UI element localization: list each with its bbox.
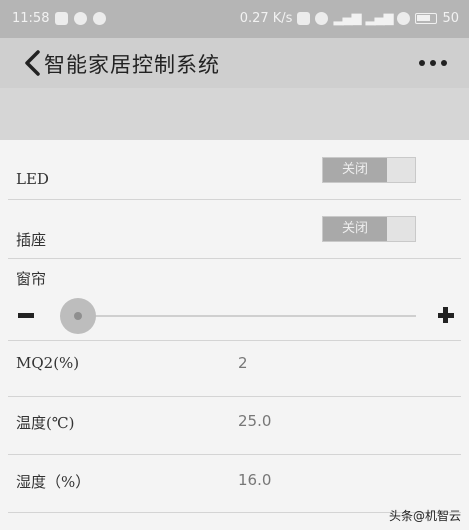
led-switch-text: 关闭 (323, 158, 387, 182)
status-bar: 11:58 0.27 K/s ▂▄▆ ▂▄▆ 50 (0, 0, 469, 38)
watermark: 头条@机智云 (388, 509, 461, 523)
status-time: 11:58 (12, 11, 50, 26)
signal-2-icon: ▂▄▆ (365, 11, 393, 26)
more-options-icon[interactable] (419, 60, 447, 66)
page-title: 智能家居控制系统 (44, 53, 220, 77)
socket-label: 插座 (16, 231, 47, 249)
humidity-label: 湿度（%） (16, 473, 91, 491)
led-row: LED 关闭 (8, 140, 461, 200)
led-label: LED (16, 170, 49, 188)
curtain-slider-track[interactable] (60, 315, 416, 317)
notification-icon (55, 12, 69, 25)
lock-icon (297, 12, 311, 25)
app-icon (93, 12, 107, 25)
battery-icon (415, 13, 438, 24)
socket-row: 插座 关闭 (8, 199, 461, 259)
curtain-slider-thumb[interactable] (59, 298, 96, 334)
humidity-value: 16.0 (238, 471, 272, 489)
battery-level: 50 (442, 11, 459, 26)
temperature-label: 温度(℃) (16, 414, 75, 432)
temperature-row: 温度(℃) 25.0 (8, 396, 461, 455)
mq2-value: 2 (238, 354, 248, 372)
mq2-row: MQ2(%) 2 (8, 340, 461, 397)
socket-switch[interactable]: 关闭 (322, 216, 416, 242)
humidity-row: 湿度（%） 16.0 (8, 454, 461, 513)
socket-switch-text: 关闭 (323, 217, 387, 241)
alarm-icon (315, 12, 329, 25)
led-switch[interactable]: 关闭 (322, 157, 416, 183)
chat-icon (74, 12, 88, 25)
signal-icon: ▂▄▆ (333, 11, 361, 26)
title-bar: 智能家居控制系统 (0, 38, 469, 88)
banner-area (0, 88, 469, 140)
decrease-icon[interactable] (18, 313, 34, 318)
wifi-icon (397, 12, 411, 25)
network-speed: 0.27 K/s (239, 11, 293, 26)
mq2-label: MQ2(%) (16, 354, 80, 372)
temperature-value: 25.0 (238, 412, 272, 430)
curtain-label: 窗帘 (16, 270, 47, 288)
